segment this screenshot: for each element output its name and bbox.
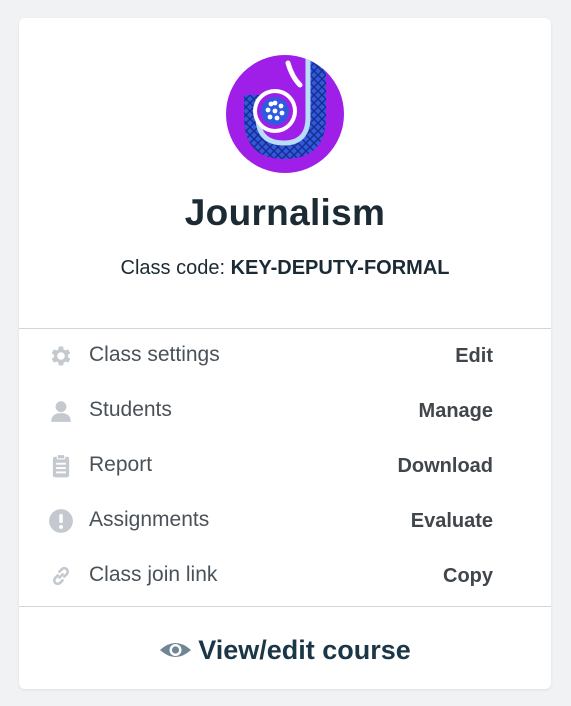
row-label: Class join link bbox=[89, 563, 218, 586]
copy-button[interactable]: Copy bbox=[443, 562, 493, 590]
eye-icon bbox=[160, 643, 192, 657]
gear-icon bbox=[51, 346, 71, 366]
class-logo-icon bbox=[226, 55, 344, 173]
row-assignments: Assignments Evaluate bbox=[19, 494, 551, 549]
exclamation-icon bbox=[49, 509, 73, 533]
download-button[interactable]: Download bbox=[397, 452, 493, 480]
row-class-settings: Class settings Edit bbox=[19, 329, 551, 384]
clipboard-icon bbox=[52, 454, 70, 478]
view-edit-course-label: View/edit course bbox=[198, 635, 411, 665]
view-edit-course-button[interactable]: View/edit course bbox=[19, 622, 551, 678]
manage-button[interactable]: Manage bbox=[419, 397, 493, 425]
link-icon bbox=[53, 566, 69, 586]
class-code-label: Class code: bbox=[120, 257, 231, 279]
class-card: Journalism Class code: KEY-DEPUTY-FORMAL… bbox=[19, 18, 551, 689]
row-report: Report Download bbox=[19, 439, 551, 494]
row-class-join-link: Class join link Copy bbox=[19, 549, 551, 604]
person-icon bbox=[51, 401, 71, 422]
class-title: Journalism bbox=[184, 192, 386, 233]
row-label: Assignments bbox=[89, 508, 210, 531]
row-label: Class settings bbox=[89, 343, 220, 366]
row-students: Students Manage bbox=[19, 384, 551, 439]
class-code: Class code: KEY-DEPUTY-FORMAL bbox=[19, 254, 551, 282]
class-code-value: KEY-DEPUTY-FORMAL bbox=[230, 257, 450, 279]
row-label: Report bbox=[89, 453, 153, 476]
edit-button[interactable]: Edit bbox=[455, 342, 493, 370]
class-header: Journalism Class code: KEY-DEPUTY-FORMAL bbox=[19, 18, 551, 329]
row-label: Students bbox=[89, 398, 172, 421]
divider-bottom bbox=[19, 606, 551, 607]
evaluate-button[interactable]: Evaluate bbox=[411, 507, 493, 535]
